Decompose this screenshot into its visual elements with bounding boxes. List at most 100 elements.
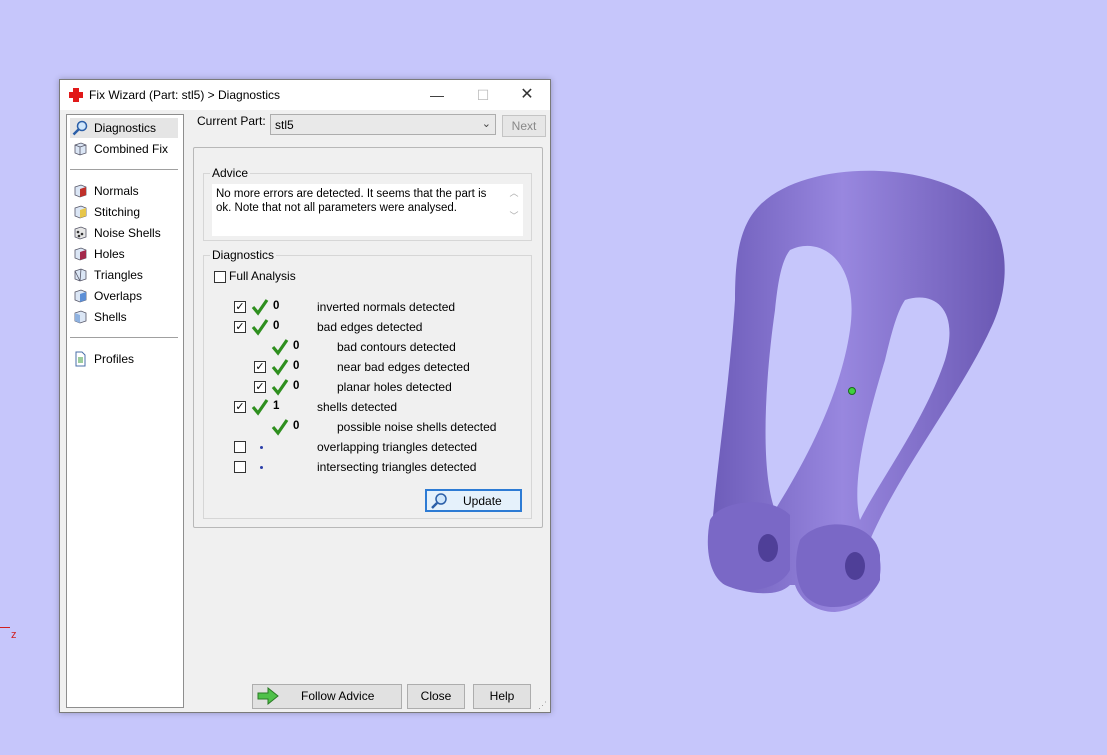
follow-advice-button[interactable]: Follow Advice bbox=[252, 684, 402, 709]
title-bar[interactable]: Fix Wizard (Part: stl5) > Diagnostics — … bbox=[60, 80, 550, 110]
row-count: 0 bbox=[293, 340, 300, 352]
row-label: possible noise shells detected bbox=[337, 420, 497, 434]
pending-dot-icon bbox=[260, 466, 263, 469]
sidebar-item-label: Holes bbox=[94, 247, 125, 261]
minimize-button[interactable]: — bbox=[414, 80, 460, 110]
sidebar-item-overlaps[interactable]: Overlaps bbox=[70, 286, 178, 306]
sidebar-item-triangles[interactable]: Triangles bbox=[70, 265, 178, 285]
z-axis-label: z bbox=[11, 629, 17, 641]
row-count: 0 bbox=[293, 380, 300, 392]
row-checkbox[interactable] bbox=[234, 441, 246, 453]
close-window-button[interactable]: ✕ bbox=[504, 80, 550, 110]
dialog-title: Fix Wizard (Part: stl5) > Diagnostics bbox=[89, 88, 281, 102]
sidebar-item-noise-shells[interactable]: Noise Shells bbox=[70, 223, 178, 243]
help-button[interactable]: Help bbox=[473, 684, 531, 709]
row-label: near bad edges detected bbox=[337, 360, 470, 374]
fix-wizard-dialog: Fix Wizard (Part: stl5) > Diagnostics — … bbox=[59, 79, 551, 713]
normals-cube-icon bbox=[74, 184, 87, 198]
sidebar-item-holes[interactable]: Holes bbox=[70, 244, 178, 264]
sidebar-item-profiles[interactable]: Profiles bbox=[70, 349, 178, 369]
row-checkbox[interactable]: ✓ bbox=[254, 381, 266, 393]
advice-box[interactable]: No more errors are detected. It seems th… bbox=[212, 184, 523, 236]
row-checkbox[interactable]: ✓ bbox=[234, 321, 246, 333]
sidebar-item-combined-fix[interactable]: Combined Fix bbox=[70, 139, 178, 159]
update-button[interactable]: Update bbox=[425, 489, 522, 512]
sidebar-divider bbox=[70, 169, 178, 170]
row-checkbox[interactable]: ✓ bbox=[234, 301, 246, 313]
chevron-down-icon: ⌄ bbox=[481, 118, 491, 130]
diagnostics-title: Diagnostics bbox=[210, 248, 277, 262]
green-arrow-icon bbox=[257, 687, 279, 705]
advice-title: Advice bbox=[210, 166, 251, 180]
row-count: 0 bbox=[273, 320, 280, 332]
current-part-select[interactable]: stl5 ⌄ bbox=[270, 114, 496, 135]
diagnostic-row-planar-holes: ✓ 0 planar holes detected bbox=[204, 378, 524, 398]
follow-advice-label: Follow Advice bbox=[301, 689, 375, 703]
green-check-icon bbox=[251, 319, 269, 336]
maximize-button[interactable]: ☐ bbox=[460, 80, 506, 110]
row-checkbox[interactable]: ✓ bbox=[234, 401, 246, 413]
stitching-cube-icon bbox=[74, 205, 87, 219]
sidebar-item-stitching[interactable]: Stitching bbox=[70, 202, 178, 222]
sidebar-item-label: Profiles bbox=[94, 352, 135, 366]
sidebar-item-diagnostics[interactable]: Diagnostics bbox=[70, 118, 178, 138]
row-checkbox[interactable]: ✓ bbox=[254, 361, 266, 373]
sidebar-item-label: Noise Shells bbox=[94, 226, 161, 240]
holes-cube-icon bbox=[74, 247, 87, 261]
noise-shells-icon bbox=[74, 226, 87, 240]
sidebar-item-label: Stitching bbox=[94, 205, 141, 219]
sidebar-item-label: Diagnostics bbox=[94, 121, 157, 135]
axis-line bbox=[0, 627, 10, 628]
next-button[interactable]: Next bbox=[502, 115, 546, 137]
close-button[interactable]: Close bbox=[407, 684, 465, 709]
green-check-icon bbox=[271, 379, 289, 396]
green-check-icon bbox=[251, 399, 269, 416]
magnifier-icon bbox=[72, 120, 88, 136]
cube-icon bbox=[74, 142, 87, 156]
resize-grip-icon[interactable]: ⋰ bbox=[538, 700, 548, 710]
green-check-icon bbox=[271, 419, 289, 436]
sidebar-item-label: Combined Fix bbox=[94, 142, 169, 156]
document-icon bbox=[75, 351, 86, 367]
advice-group: Advice No more errors are detected. It s… bbox=[203, 166, 532, 241]
diagnostic-row-near-bad-edges: ✓ 0 near bad edges detected bbox=[204, 358, 524, 378]
current-part-value: stl5 bbox=[275, 118, 294, 132]
diagnostic-row-inverted-normals: ✓ 0 inverted normals detected bbox=[204, 298, 524, 318]
diagnostics-group: Diagnostics Full Analysis ✓ 0 inverted n… bbox=[203, 248, 532, 519]
row-checkbox[interactable] bbox=[234, 461, 246, 473]
sidebar-item-label: Overlaps bbox=[94, 289, 143, 303]
full-analysis-checkbox[interactable] bbox=[214, 271, 226, 283]
triangles-icon bbox=[74, 268, 87, 282]
overlaps-cube-icon bbox=[74, 289, 87, 303]
shells-cube-icon bbox=[74, 310, 87, 324]
diagnostic-row-overlapping-triangles: overlapping triangles detected bbox=[204, 438, 524, 458]
red-cross-icon bbox=[69, 88, 83, 102]
wizard-sidebar: Diagnostics Combined Fix Normals Stitchi… bbox=[66, 114, 184, 708]
advice-scrollbar[interactable]: ︿ ﹀ bbox=[507, 186, 521, 234]
full-analysis-label: Full Analysis bbox=[229, 269, 296, 283]
sidebar-divider bbox=[70, 337, 178, 338]
sidebar-item-normals[interactable]: Normals bbox=[70, 181, 178, 201]
row-label: shells detected bbox=[317, 400, 398, 414]
row-count: 0 bbox=[273, 300, 280, 312]
update-label: Update bbox=[463, 494, 502, 508]
sidebar-item-label: Shells bbox=[94, 310, 127, 324]
row-label: intersecting triangles detected bbox=[317, 460, 477, 474]
diagnostic-row-bad-edges: ✓ 0 bad edges detected bbox=[204, 318, 524, 338]
diagnostic-row-noise-shells: 0 possible noise shells detected bbox=[204, 418, 524, 438]
green-check-icon bbox=[271, 339, 289, 356]
row-label: bad contours detected bbox=[337, 340, 456, 354]
diagnostic-row-bad-contours: 0 bad contours detected bbox=[204, 338, 524, 358]
diagnostic-row-shells: ✓ 1 shells detected bbox=[204, 398, 524, 418]
row-count: 1 bbox=[273, 400, 280, 412]
pending-dot-icon bbox=[260, 446, 263, 449]
row-label: overlapping triangles detected bbox=[317, 440, 478, 454]
sidebar-item-shells[interactable]: Shells bbox=[70, 307, 178, 327]
sidebar-item-label: Triangles bbox=[94, 268, 143, 282]
green-check-icon bbox=[271, 359, 289, 376]
current-part-label: Current Part: bbox=[197, 114, 266, 128]
row-label: bad edges detected bbox=[317, 320, 423, 334]
row-label: planar holes detected bbox=[337, 380, 452, 394]
sidebar-item-label: Normals bbox=[94, 184, 139, 198]
diagnostic-row-intersecting-triangles: intersecting triangles detected bbox=[204, 458, 524, 478]
